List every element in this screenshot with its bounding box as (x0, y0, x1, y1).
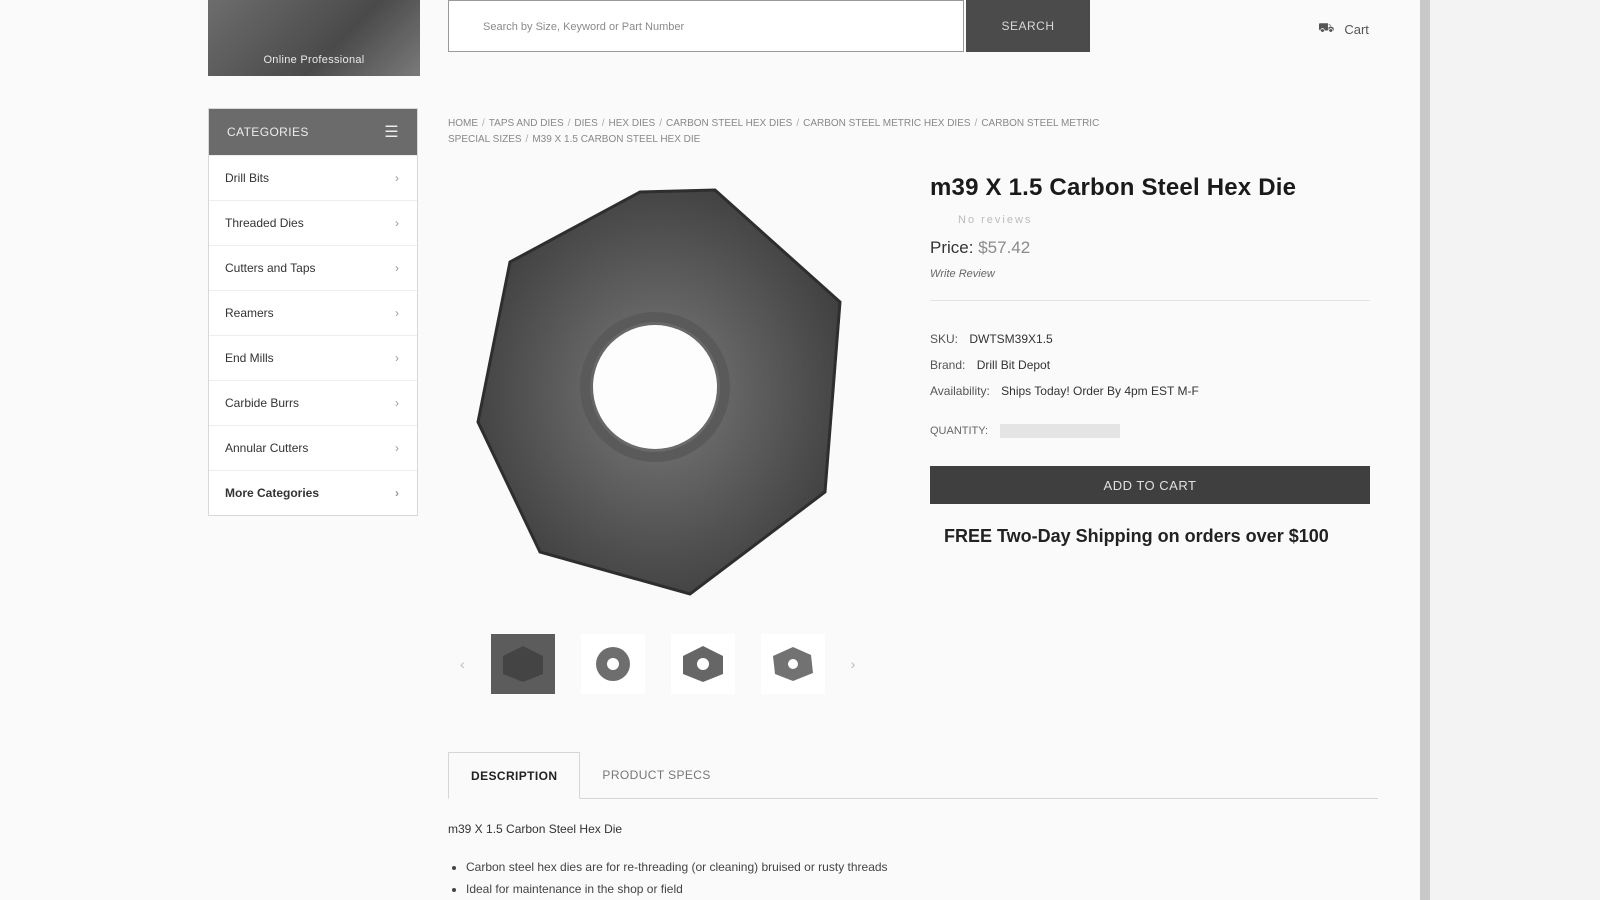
sidebar-item[interactable]: More Categories › (209, 470, 417, 515)
sidebar-header[interactable]: CATEGORIES ☰ (209, 109, 417, 155)
price-label: Price: (930, 238, 974, 257)
menu-icon: ☰ (384, 124, 399, 141)
chevron-right-icon: › (395, 441, 399, 455)
sku-row: SKU: DWTSM39X1.5 (930, 332, 1053, 346)
brand-label: Brand: (930, 358, 966, 372)
thumb-hex-icon (502, 646, 543, 682)
search-input[interactable]: Search by Size, Keyword or Part Number (448, 0, 964, 52)
thumb-die-icon (772, 647, 813, 681)
product-title: m39 X 1.5 Carbon Steel Hex Die (930, 174, 1297, 201)
sidebar-item[interactable]: Threaded Dies › (209, 200, 417, 245)
thumb-die-icon (682, 646, 723, 682)
description-title: m39 X 1.5 Carbon Steel Hex Die (448, 822, 623, 836)
sidebar-title: CATEGORIES (227, 125, 309, 139)
availability-value: Ships Today! Order By 4pm EST M-F (1001, 384, 1199, 398)
rating-text[interactable]: No reviews (958, 214, 1032, 226)
breadcrumb-separator: / (796, 118, 800, 129)
list-item: Ideal for maintenance in the shop or fie… (466, 878, 888, 900)
cart-label: Cart (1344, 21, 1369, 37)
price-row: Price: $57.42 (930, 238, 1030, 258)
sidebar-item-label: Drill Bits (225, 171, 269, 185)
breadcrumb-link[interactable]: DIES (574, 118, 597, 129)
breadcrumb-separator: / (601, 118, 605, 129)
browser-gutter (1430, 0, 1600, 900)
shipping-note: FREE Two-Day Shipping on orders over $10… (944, 526, 1329, 546)
breadcrumb-separator: / (659, 118, 662, 129)
breadcrumb-link[interactable]: CARBON STEEL HEX DIES (666, 118, 792, 129)
write-review-link[interactable]: Write Review (930, 268, 995, 280)
chevron-right-icon: › (395, 306, 399, 320)
brand-link[interactable]: Drill Bit Depot (977, 358, 1050, 372)
list-item: Carbon steel hex dies are for re-threadi… (466, 856, 888, 878)
sidebar-item-label: Annular Cutters (225, 441, 309, 455)
sidebar-item-label: Cutters and Taps (225, 261, 316, 275)
sidebar-item[interactable]: Cutters and Taps › (209, 245, 417, 290)
quantity-row: QUANTITY: (930, 424, 1121, 438)
chevron-right-icon: › (395, 261, 399, 275)
chevron-right-icon: › (395, 216, 399, 230)
sku-label: SKU: (930, 332, 959, 346)
sidebar-item[interactable]: Carbide Burrs › (209, 380, 417, 425)
thumbnail-2[interactable] (580, 634, 645, 694)
thumb-next-icon[interactable]: › (851, 656, 856, 672)
thumb-prev-icon[interactable]: ‹ (460, 656, 465, 672)
category-sidebar: CATEGORIES ☰ Drill Bits › Threaded Dies › Cu… (208, 108, 418, 516)
breadcrumb-separator: / (482, 118, 485, 129)
chevron-right-icon: › (395, 396, 399, 410)
chevron-right-icon: › (395, 486, 399, 500)
sidebar-item[interactable]: Annular Cutters › (209, 425, 417, 470)
breadcrumb-separator: / (567, 118, 571, 129)
sidebar-item[interactable]: Reamers › (209, 290, 417, 335)
thumbnail-3[interactable] (670, 634, 735, 694)
search-placeholder: Search by Size, Keyword or Part Number (483, 21, 685, 33)
sidebar-item-label: Carbide Burrs (225, 396, 300, 410)
quantity-label: QUANTITY: (930, 425, 989, 437)
quantity-input[interactable] (1000, 424, 1121, 438)
breadcrumb-separator: / (525, 134, 529, 145)
breadcrumb-link[interactable]: HEX DIES (609, 118, 656, 129)
chevron-right-icon: › (395, 171, 399, 185)
breadcrumb: HOME / TAPS AND DIES / DIES / HEX DIES / CARBON … (448, 116, 1128, 148)
hex-die-image (476, 188, 842, 596)
cart-link[interactable]: ⛟ Cart (1318, 20, 1369, 38)
product-tabs: DESCRIPTION PRODUCT SPECS (448, 752, 1378, 799)
logo-text: Online Professional (263, 54, 365, 66)
thumb-die-icon (595, 647, 630, 681)
price-value: $57.42 (978, 238, 1031, 257)
sidebar-item-label: Threaded Dies (225, 216, 304, 230)
sidebar-item-label: End Mills (225, 351, 274, 365)
thumbnail-strip: ‹ › (460, 634, 855, 694)
tab-description[interactable]: DESCRIPTION (448, 752, 581, 799)
breadcrumb-separator: / (974, 118, 978, 129)
breadcrumb-link[interactable]: TAPS AND DIES (489, 118, 564, 129)
sidebar-item-label: Reamers (225, 306, 274, 320)
divider (930, 300, 1370, 301)
breadcrumb-link[interactable]: M39 X 1.5 CARBON STEEL HEX DIE (532, 134, 700, 145)
availability-row: Availability: Ships Today! Order By 4pm … (930, 384, 1199, 398)
brand-row: Brand: Drill Bit Depot (930, 358, 1050, 372)
description-bullets: Carbon steel hex dies are for re-threadi… (448, 856, 888, 900)
thumbnail-1[interactable] (490, 634, 555, 694)
product-image[interactable] (470, 182, 860, 602)
breadcrumb-link[interactable]: CARBON STEEL METRIC HEX DIES (803, 118, 970, 129)
tab-product-specs[interactable]: PRODUCT SPECS (580, 752, 732, 798)
site-logo[interactable]: Online Professional (208, 0, 420, 76)
sidebar-item-label: More Categories (225, 486, 320, 500)
search-button[interactable]: SEARCH (966, 0, 1090, 52)
chevron-right-icon: › (395, 351, 399, 365)
sidebar-item[interactable]: Drill Bits › (209, 155, 417, 200)
breadcrumb-link[interactable]: HOME (448, 118, 478, 129)
availability-label: Availability: (930, 384, 990, 398)
sku-value: DWTSM39X1.5 (969, 332, 1053, 346)
cart-icon: ⛟ (1318, 20, 1335, 35)
thumbnail-4[interactable] (760, 634, 825, 694)
product-page: Online Professional Search by Size, Keyw… (0, 0, 1430, 900)
sidebar-item[interactable]: End Mills › (209, 335, 417, 380)
add-to-cart-button[interactable]: ADD TO CART (930, 466, 1370, 504)
